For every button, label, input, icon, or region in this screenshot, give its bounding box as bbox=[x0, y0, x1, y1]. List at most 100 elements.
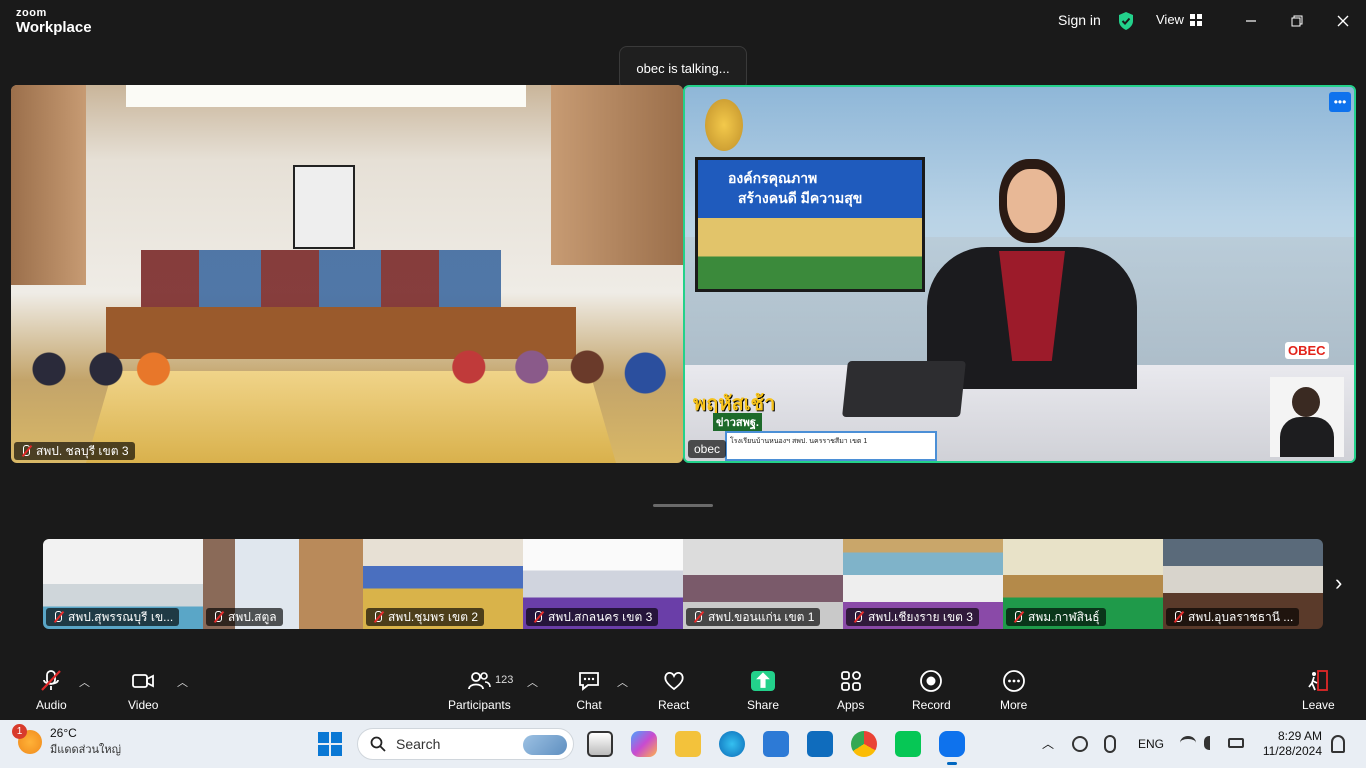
microphone-tray-icon[interactable] bbox=[1104, 735, 1116, 753]
sync-icon[interactable] bbox=[1072, 736, 1088, 752]
system-clock[interactable]: 8:29 AM 11/28/2024 bbox=[1263, 729, 1322, 759]
participants-label: Participants bbox=[448, 698, 511, 712]
thumbnail-tile[interactable]: สพป.เชียงราย เขต 3 bbox=[843, 539, 1003, 629]
wall-panel-left bbox=[11, 85, 86, 285]
react-button[interactable]: React bbox=[658, 668, 689, 712]
thumbnail-name-tag: สพม.กาฬสินธุ์ bbox=[1006, 608, 1106, 626]
copilot-icon[interactable] bbox=[631, 731, 657, 757]
clock-date: 11/28/2024 bbox=[1262, 744, 1322, 758]
restore-button[interactable] bbox=[1282, 8, 1312, 34]
muted-microphone-icon bbox=[41, 670, 62, 691]
thumbnail-name: สพป.ชุมพร เขต 2 bbox=[388, 609, 479, 624]
ceiling-light bbox=[126, 85, 526, 107]
thumbnail-tile[interactable]: สพป.ชุมพร เขต 2 bbox=[363, 539, 523, 629]
video-tile-left[interactable]: สพป. ชลบุรี เขต 3 bbox=[11, 85, 683, 463]
file-explorer-icon[interactable] bbox=[675, 731, 701, 757]
muted-mic-icon bbox=[372, 611, 384, 623]
record-button[interactable]: Record bbox=[912, 668, 951, 712]
muted-mic-icon bbox=[1012, 611, 1024, 623]
thumbnail-tile[interactable]: สพป.สุพรรณบุรี เข... bbox=[43, 539, 203, 629]
outlook-icon[interactable] bbox=[807, 731, 833, 757]
apps-grid-icon bbox=[840, 671, 861, 691]
share-button[interactable]: Share bbox=[747, 668, 779, 712]
tile-more-options-button[interactable]: ••• bbox=[1329, 92, 1351, 112]
thumbnail-tile[interactable]: สพป.อุบลราชธานี ... bbox=[1163, 539, 1323, 629]
sign-language-inset bbox=[1270, 377, 1344, 457]
sun-weather-icon: 1 bbox=[12, 724, 42, 754]
leave-button[interactable]: Leave bbox=[1302, 668, 1335, 712]
show-hidden-icons-chevron-icon[interactable]: ︿ bbox=[1042, 735, 1054, 752]
sign-in-button[interactable]: Sign in bbox=[1058, 12, 1101, 28]
minimize-button[interactable] bbox=[1236, 8, 1266, 34]
thumbnail-tile[interactable]: สพม.กาฬสินธุ์ bbox=[1003, 539, 1163, 629]
notification-bell-icon[interactable] bbox=[1331, 735, 1345, 753]
grid-view-icon bbox=[1189, 13, 1202, 26]
close-button[interactable] bbox=[1328, 8, 1358, 34]
name-tag-right: obec bbox=[688, 440, 727, 458]
show-subtitle: ข่าวสพฐ. bbox=[713, 413, 762, 431]
tablet-device bbox=[842, 361, 966, 417]
thumbnail-name-tag: สพป.สกลนคร เขต 3 bbox=[526, 608, 659, 626]
weather-widget[interactable]: 1 26°C มีแดดส่วนใหญ่ bbox=[12, 724, 122, 758]
slide-monitor: องค์กรคุณภาพ สร้างคนดี มีความสุข bbox=[695, 157, 925, 292]
thumbnail-name: สพป.ขอนแก่น เขต 1 bbox=[708, 609, 815, 624]
clock-time: 8:29 AM bbox=[1277, 729, 1322, 743]
leave-label: Leave bbox=[1302, 698, 1335, 712]
wifi-icon[interactable] bbox=[1180, 736, 1196, 750]
windows-start-icon[interactable] bbox=[318, 732, 342, 756]
thumbnail-tile[interactable]: สพป.สกลนคร เขต 3 bbox=[523, 539, 683, 629]
react-label: React bbox=[658, 698, 690, 712]
thumbnail-name: สพป.สกลนคร เขต 3 bbox=[548, 609, 653, 624]
next-page-chevron-icon[interactable]: › bbox=[1335, 570, 1342, 596]
wall-posters bbox=[141, 250, 501, 308]
microsoft-store-icon[interactable] bbox=[763, 731, 789, 757]
video-camera-icon bbox=[132, 674, 155, 688]
muted-mic-icon bbox=[20, 445, 32, 457]
video-tile-active-speaker[interactable]: องค์กรคุณภาพ สร้างคนดี มีความสุข OBEC พฤ… bbox=[683, 85, 1356, 463]
zoom-app-icon[interactable] bbox=[939, 731, 965, 765]
thumbnail-strip: สพป.สุพรรณบุรี เข... สพป.สตูล สพป.ชุมพร … bbox=[43, 539, 1323, 629]
encryption-shield-icon[interactable] bbox=[1117, 11, 1135, 31]
view-button[interactable]: View bbox=[1156, 12, 1202, 27]
participants-count: 123 bbox=[495, 674, 514, 686]
thumbnail-name-tag: สพป.เชียงราย เขต 3 bbox=[846, 608, 979, 626]
edge-browser-icon[interactable] bbox=[719, 731, 745, 757]
thumbnail-tile[interactable]: สพป.สตูล bbox=[203, 539, 363, 629]
participants-options-caret-icon[interactable]: ︿ bbox=[527, 674, 538, 690]
audio-options-caret-icon[interactable]: ︿ bbox=[79, 674, 90, 690]
thumbnail-name-tag: สพป.สตูล bbox=[206, 608, 283, 626]
more-label: More bbox=[1000, 698, 1028, 712]
record-icon bbox=[920, 670, 943, 692]
thumbnail-tile[interactable]: สพป.ขอนแก่น เขต 1 bbox=[683, 539, 843, 629]
close-icon bbox=[1337, 15, 1349, 27]
thumbnail-name-tag: สพป.ชุมพร เขต 2 bbox=[366, 608, 485, 626]
muted-mic-icon bbox=[52, 611, 64, 623]
taskbar-search-box[interactable]: Search bbox=[357, 728, 574, 760]
apps-button[interactable]: Apps bbox=[837, 668, 864, 712]
chat-options-caret-icon[interactable]: ︿ bbox=[617, 674, 628, 690]
task-view-icon[interactable] bbox=[587, 731, 613, 757]
volume-icon[interactable] bbox=[1204, 736, 1218, 750]
chrome-icon[interactable] bbox=[851, 731, 877, 757]
more-button[interactable]: More bbox=[1000, 668, 1027, 712]
title-bar: zoom Workplace Sign in View bbox=[0, 0, 1366, 44]
chat-button[interactable]: Chat bbox=[576, 668, 602, 712]
thumbnail-name: สพป.อุบลราชธานี ... bbox=[1188, 609, 1294, 624]
portrait-frame bbox=[293, 165, 355, 249]
video-button[interactable]: Video bbox=[128, 668, 158, 712]
battery-icon[interactable] bbox=[1228, 738, 1244, 748]
news-ticker: โรงเรียนบ้านหนองฯ สพป. นครราชสีมา เขต 1 bbox=[725, 431, 937, 461]
resize-handle[interactable] bbox=[653, 504, 713, 507]
weather-description: มีแดดส่วนใหญ่ bbox=[50, 744, 122, 756]
participants-icon bbox=[468, 672, 492, 690]
video-options-caret-icon[interactable]: ︿ bbox=[177, 674, 188, 690]
minimize-icon bbox=[1246, 20, 1256, 22]
audio-button[interactable]: Audio bbox=[36, 668, 67, 712]
muted-mic-icon bbox=[852, 611, 864, 623]
slide-title-1: องค์กรคุณภาพ bbox=[728, 170, 818, 186]
heart-icon bbox=[664, 671, 684, 691]
muted-mic-icon bbox=[212, 611, 224, 623]
audio-label: Audio bbox=[36, 698, 67, 712]
input-language[interactable]: ENG bbox=[1138, 737, 1164, 751]
line-app-icon[interactable] bbox=[895, 731, 921, 757]
